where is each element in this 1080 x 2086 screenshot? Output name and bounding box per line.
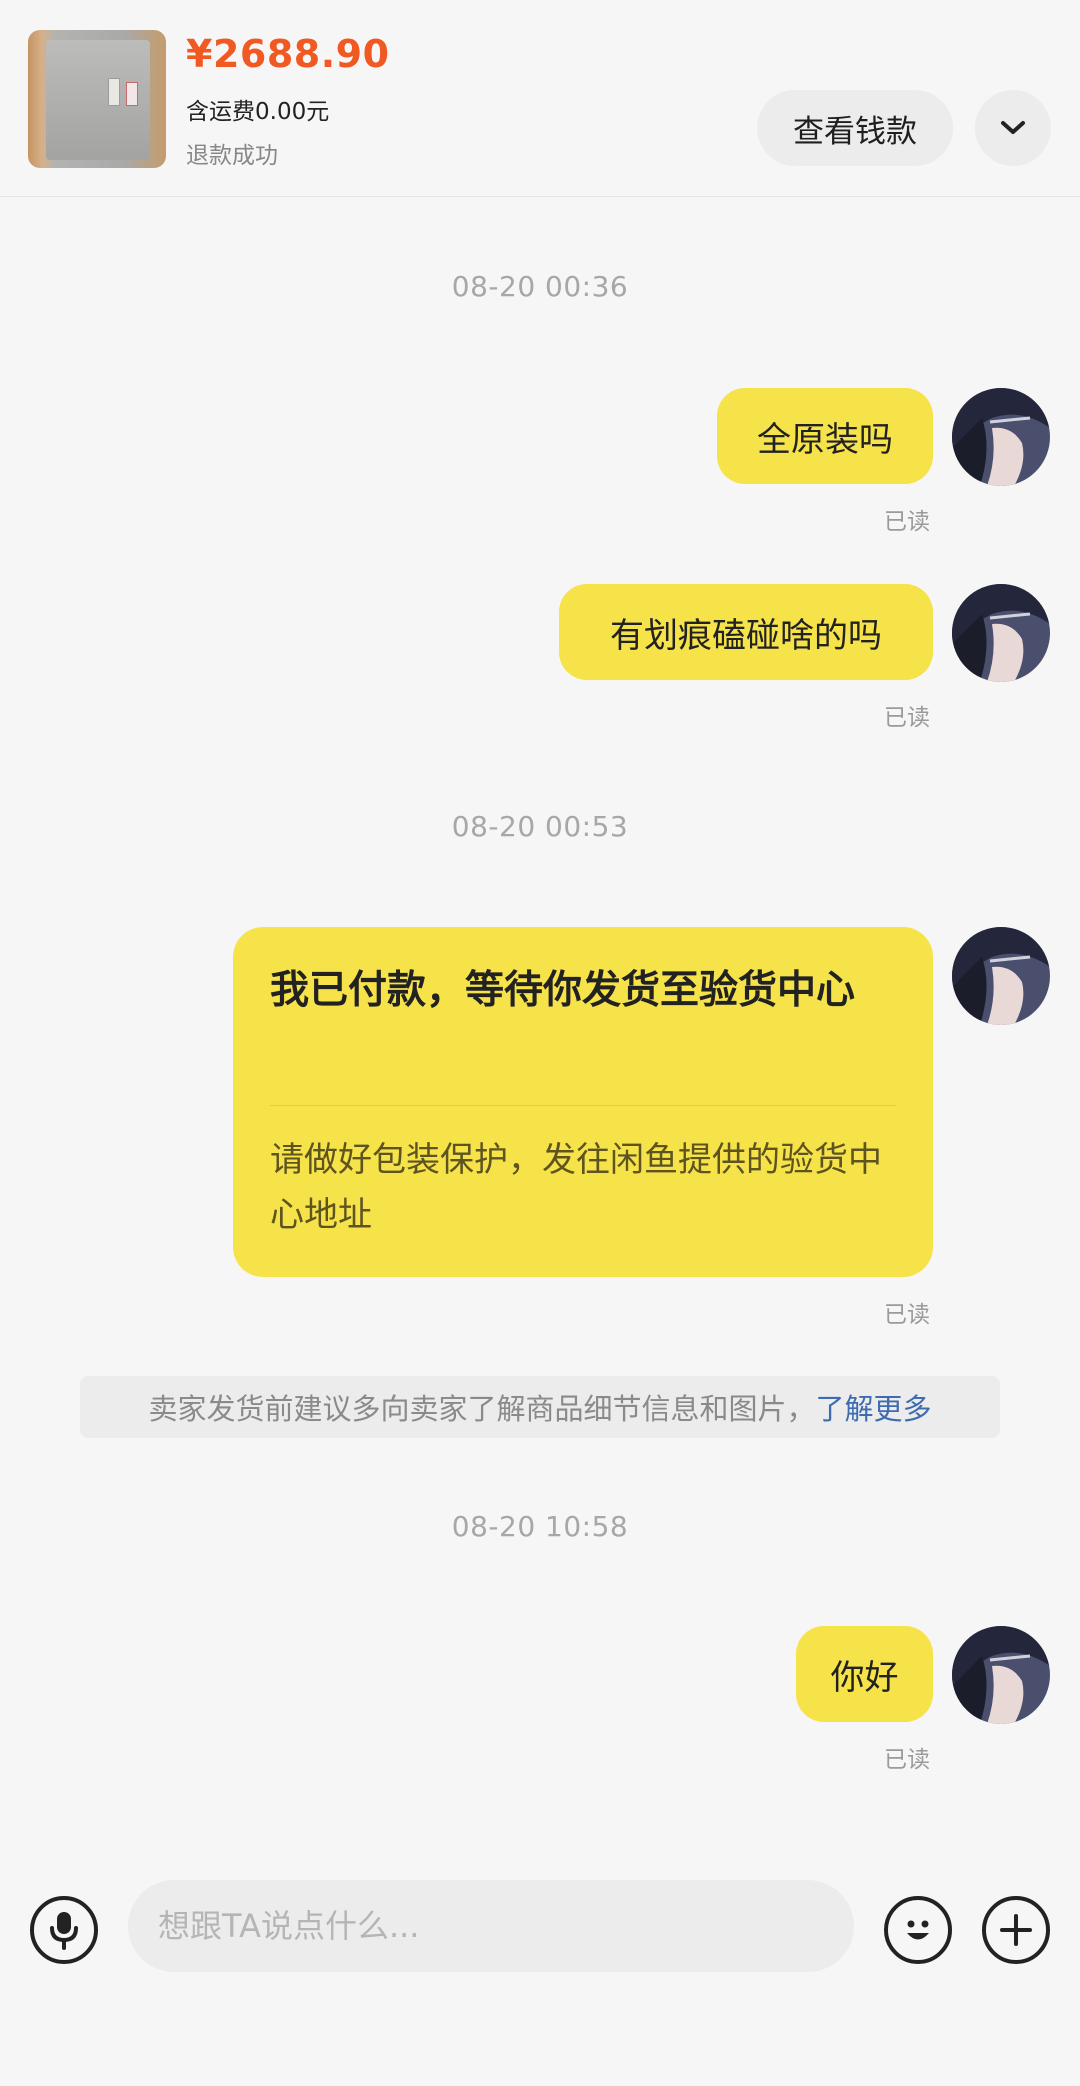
order-header: ¥2688.90 含运费0.00元 退款成功 查看钱款: [0, 0, 1080, 197]
payment-card[interactable]: 我已付款，等待你发货至验货中心 请做好包装保护，发往闲鱼提供的验货中心地址: [233, 927, 933, 1277]
timestamp: 08-20 00:36: [451, 270, 629, 303]
chevron-down-icon: [1001, 121, 1025, 134]
product-image-sticker: [126, 82, 138, 106]
read-status: 已读: [884, 1302, 930, 1328]
message-input[interactable]: [128, 1880, 854, 1972]
timestamp: 08-20 00:53: [451, 810, 629, 843]
avatar[interactable]: [952, 388, 1050, 486]
voice-button[interactable]: [30, 1896, 98, 1964]
expand-button[interactable]: [975, 90, 1051, 166]
plus-button[interactable]: [982, 1896, 1050, 1964]
product-thumbnail[interactable]: [28, 30, 166, 168]
read-status: 已读: [884, 509, 930, 535]
emoji-button[interactable]: [884, 1896, 952, 1964]
message-bubble[interactable]: 全原装吗: [717, 388, 933, 484]
card-body: 请做好包装保护，发往闲鱼提供的验货中心地址: [270, 1140, 882, 1235]
read-status: 已读: [884, 1747, 930, 1773]
order-status: 退款成功: [186, 143, 278, 169]
notice-text: 卖家发货前建议多向卖家了解商品细节信息和图片，: [148, 1392, 816, 1426]
product-image-sticker: [108, 78, 120, 106]
avatar[interactable]: [952, 927, 1050, 1025]
input-bar: [0, 1860, 1080, 1990]
card-title: 我已付款，等待你发货至验货中心: [270, 968, 856, 1013]
timestamp: 08-20 10:58: [451, 1510, 629, 1543]
avatar[interactable]: [952, 584, 1050, 682]
microphone-icon: [50, 1912, 78, 1950]
order-price: ¥2688.90: [186, 32, 390, 76]
divider: [270, 1105, 896, 1106]
plus-icon: [1000, 1914, 1032, 1946]
seller-notice: 卖家发货前建议多向卖家了解商品细节信息和图片， 了解更多: [80, 1376, 1000, 1438]
emoji-icon: [907, 1920, 929, 1940]
view-payment-button[interactable]: 查看钱款: [757, 90, 953, 166]
message-bubble[interactable]: 你好: [796, 1626, 933, 1722]
avatar[interactable]: [952, 1626, 1050, 1724]
learn-more-link[interactable]: 了解更多: [816, 1386, 932, 1428]
read-status: 已读: [884, 705, 930, 731]
shipping-fee: 含运费0.00元: [186, 99, 330, 125]
message-bubble[interactable]: 有划痕磕碰啥的吗: [559, 584, 933, 680]
